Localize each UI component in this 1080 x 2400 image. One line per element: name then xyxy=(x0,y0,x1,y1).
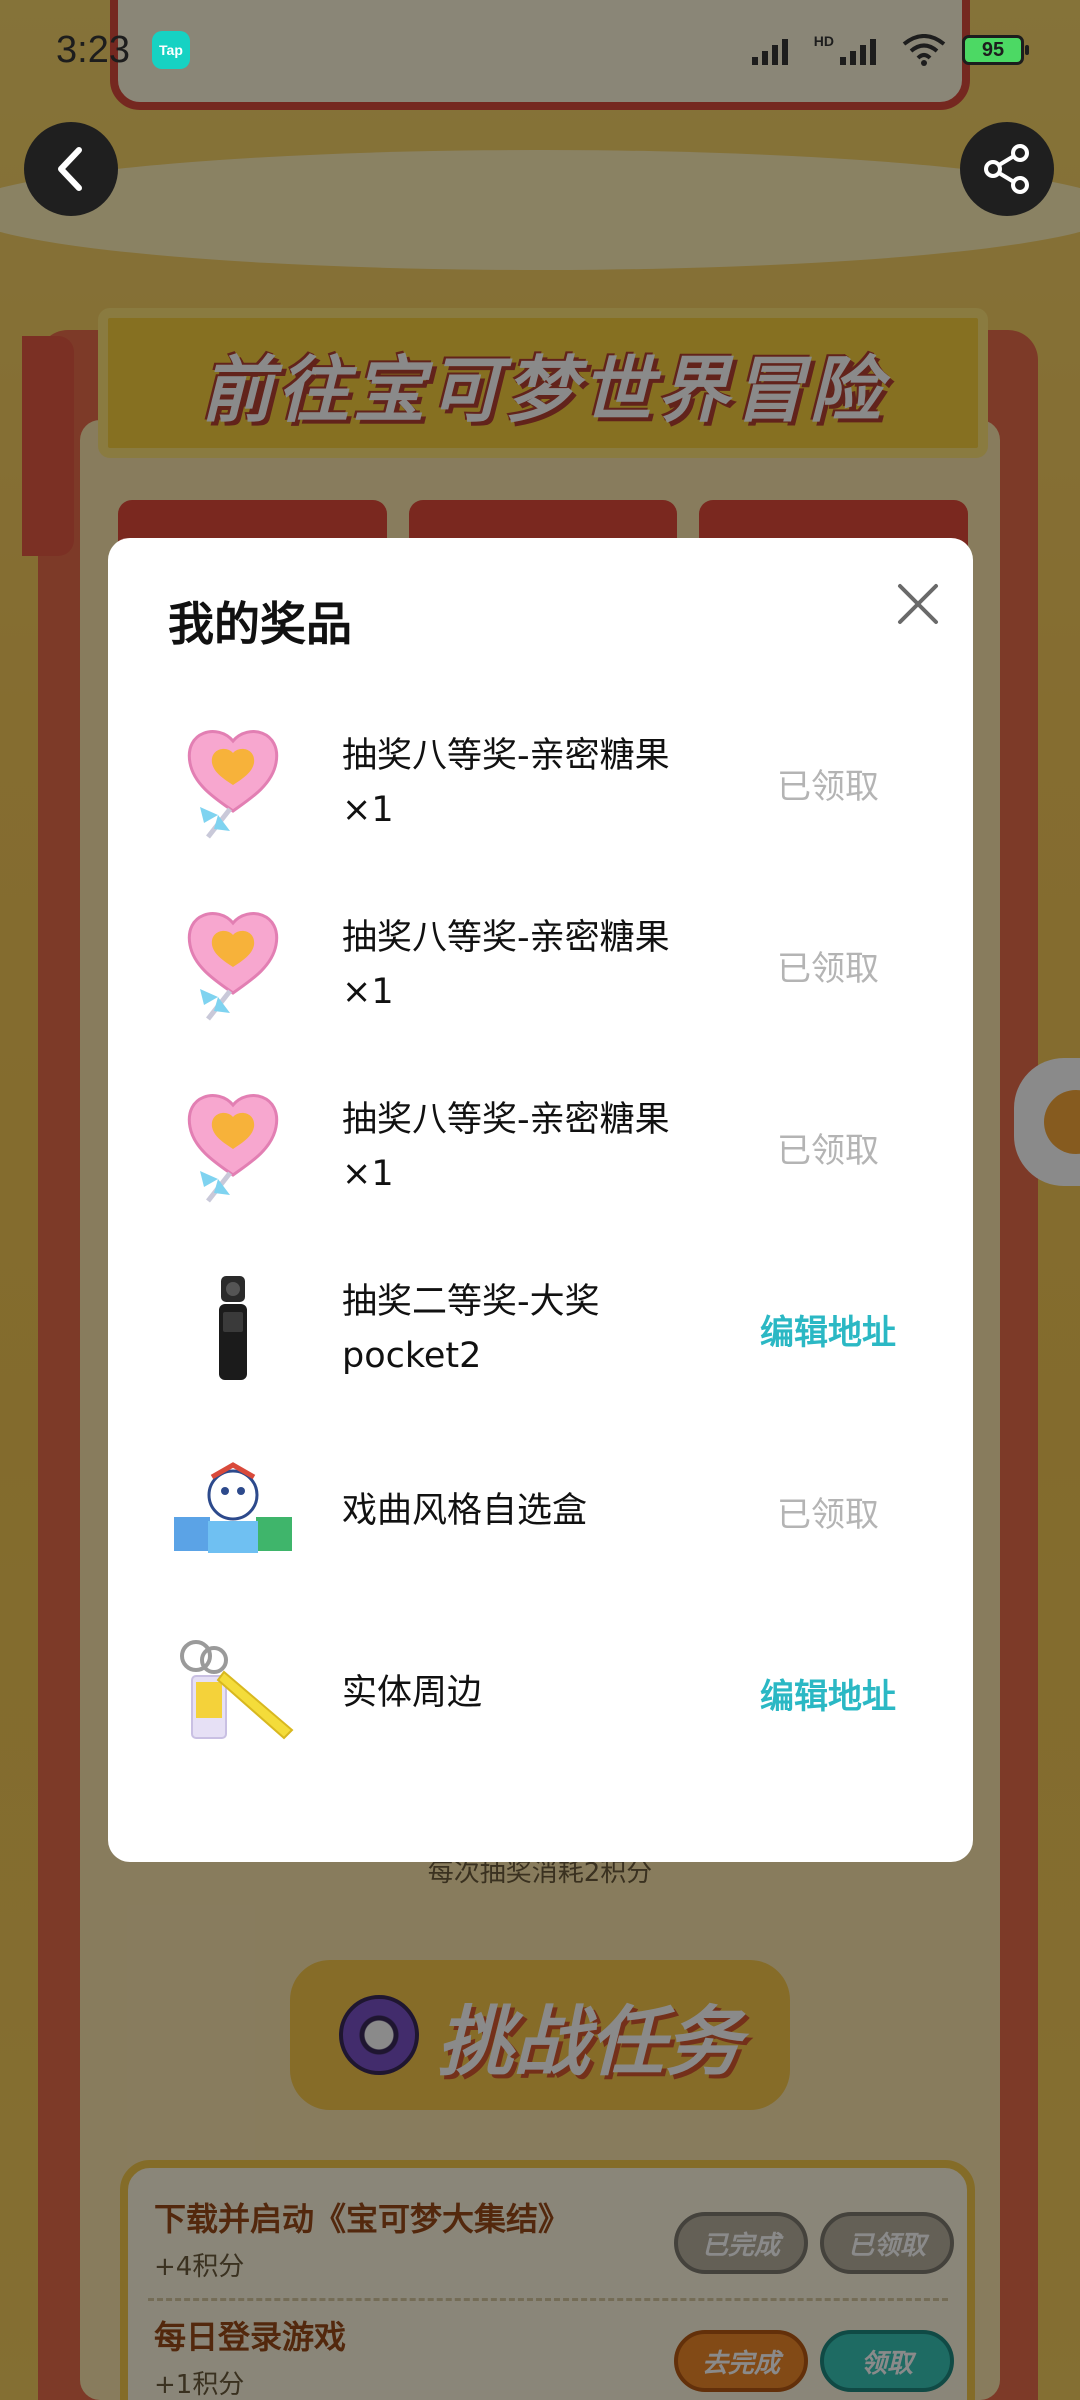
signal-hd-icon xyxy=(840,39,876,65)
prize-item: 抽奖八等奖-亲密糖果×1 已领取 xyxy=(168,890,928,1040)
gift-box-icon xyxy=(168,1446,298,1576)
my-prizes-modal: 我的奖品 抽奖八等奖-亲密糖果×1 已领取 抽奖八等奖-亲密糖果×1 已领取 抽… xyxy=(108,538,973,1862)
candy-icon xyxy=(168,1082,298,1212)
network-hd-label: HD xyxy=(813,33,834,49)
prize-item: 实体周边 编辑地址 xyxy=(168,1618,928,1768)
share-button[interactable] xyxy=(960,122,1054,216)
modal-title: 我的奖品 xyxy=(168,597,352,651)
prize-name: 抽奖八等奖-亲密糖果×1 xyxy=(342,1100,670,1194)
prize-item: 抽奖八等奖-亲密糖果×1 已领取 xyxy=(168,1072,928,1222)
prize-name: 抽奖二等奖-大奖pocket2 xyxy=(342,1282,600,1376)
claimed-label: 已领取 xyxy=(777,1130,879,1171)
prize-item: 抽奖八等奖-亲密糖果×1 已领取 xyxy=(168,708,928,858)
prize-item: 抽奖二等奖-大奖pocket2 编辑地址 xyxy=(168,1254,928,1404)
prize-name: 实体周边 xyxy=(342,1673,483,1713)
status-time: 3:23 xyxy=(56,28,130,71)
wifi-icon xyxy=(902,34,946,66)
camera-icon xyxy=(168,1264,298,1394)
keychain-icon xyxy=(168,1628,298,1758)
edit-address-button[interactable]: 编辑地址 xyxy=(728,1305,928,1354)
chevron-left-icon xyxy=(58,147,82,191)
candy-icon xyxy=(168,900,298,1030)
close-icon xyxy=(898,584,938,624)
back-button[interactable] xyxy=(24,122,118,216)
battery-icon: 95 xyxy=(962,35,1029,65)
claimed-label: 已领取 xyxy=(777,766,879,807)
prize-name: 抽奖八等奖-亲密糖果×1 xyxy=(342,736,670,830)
close-button[interactable] xyxy=(888,574,948,634)
claimed-label: 已领取 xyxy=(777,1494,879,1535)
edit-address-button[interactable]: 编辑地址 xyxy=(728,1669,928,1718)
tap-app-icon: Tap xyxy=(151,31,190,69)
signal-icon xyxy=(751,39,788,65)
share-icon xyxy=(984,144,1029,194)
prize-item: 戏曲风格自选盒 已领取 xyxy=(168,1436,928,1586)
candy-icon xyxy=(168,718,298,848)
prize-name: 抽奖八等奖-亲密糖果×1 xyxy=(342,918,670,1012)
prize-name: 戏曲风格自选盒 xyxy=(342,1491,588,1531)
claimed-label: 已领取 xyxy=(777,948,879,989)
status-bar: 3:23 Tap HD 95 xyxy=(0,0,1080,100)
